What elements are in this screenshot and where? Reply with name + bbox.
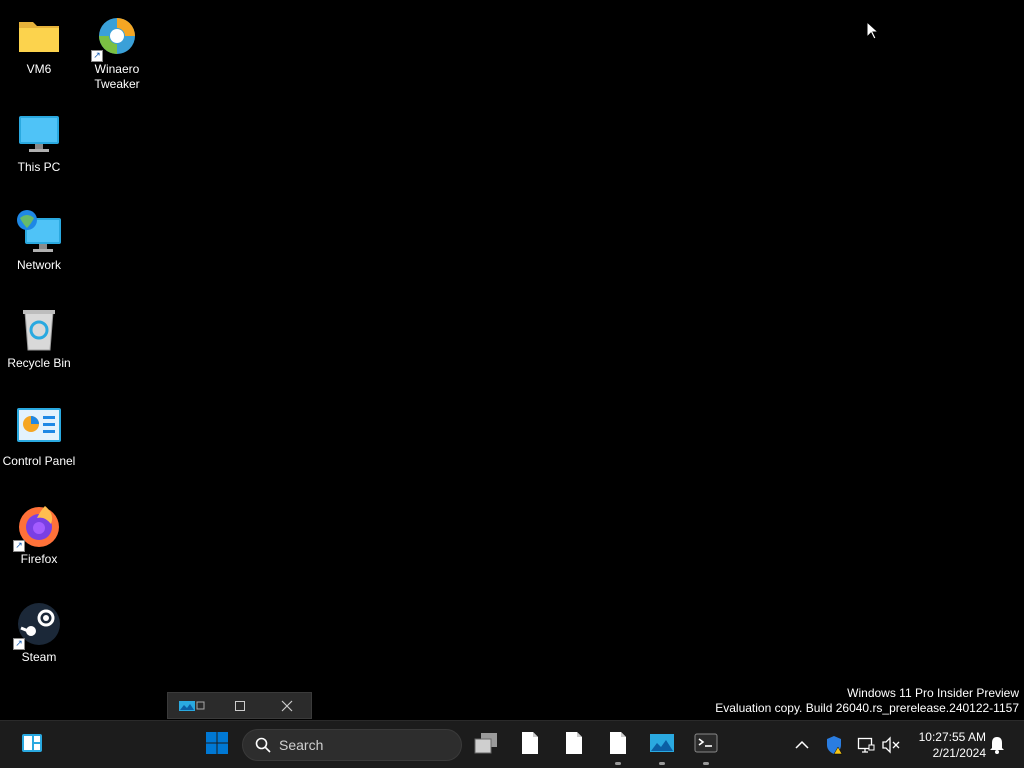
desktop: VM6 ↗ Winaero Tweaker This PC Network Re… bbox=[0, 0, 1024, 720]
file-icon bbox=[564, 731, 584, 760]
desktop-icon-vm6[interactable]: VM6 bbox=[0, 8, 78, 77]
this-pc-icon bbox=[15, 110, 63, 158]
desktop-icon-label: Steam bbox=[21, 650, 57, 664]
control-panel-icon bbox=[15, 404, 63, 452]
network-tray[interactable] bbox=[854, 733, 878, 757]
windows-security-icon bbox=[827, 736, 843, 755]
shortcut-arrow-icon: ↗ bbox=[91, 50, 103, 62]
task-view-button[interactable] bbox=[468, 727, 504, 763]
running-indicator bbox=[659, 762, 665, 765]
running-indicator bbox=[703, 762, 709, 765]
preview-app-icon bbox=[168, 692, 216, 719]
windows-start-icon bbox=[205, 731, 229, 760]
desktop-icon-label: Control Panel bbox=[2, 454, 76, 468]
show-hidden-icons-button[interactable] bbox=[790, 733, 814, 757]
volume-muted-icon bbox=[882, 736, 900, 754]
taskbar-preview-window[interactable] bbox=[167, 692, 312, 719]
taskbar-terminal[interactable] bbox=[688, 727, 724, 765]
close-icon[interactable] bbox=[263, 692, 311, 719]
taskbar-file-3[interactable] bbox=[600, 727, 636, 765]
desktop-icon-label: This PC bbox=[17, 160, 61, 174]
widgets-button[interactable] bbox=[14, 727, 50, 763]
watermark-line-1: Windows 11 Pro Insider Preview bbox=[847, 686, 1019, 700]
terminal-icon bbox=[694, 733, 718, 758]
maximize-icon[interactable] bbox=[216, 692, 264, 719]
evaluation-watermark: Windows 11 Pro Insider Preview Evaluatio… bbox=[715, 686, 1019, 716]
shortcut-arrow-icon: ↗ bbox=[13, 638, 25, 650]
widgets-icon bbox=[20, 731, 44, 760]
taskbar: Search 10:27:55 AM 2/21/2024 bbox=[0, 720, 1024, 768]
desktop-icon-firefox[interactable]: ↗ Firefox bbox=[0, 498, 78, 567]
network-status-icon bbox=[857, 737, 875, 753]
search-placeholder: Search bbox=[279, 737, 324, 753]
recycle-bin-icon bbox=[15, 306, 63, 354]
notification-bell-icon bbox=[990, 737, 1004, 754]
desktop-icon-this-pc[interactable]: This PC bbox=[0, 106, 78, 175]
search-box[interactable]: Search bbox=[242, 729, 462, 761]
running-indicator bbox=[615, 762, 621, 765]
chevron-up-icon bbox=[795, 740, 809, 749]
shortcut-arrow-icon: ↗ bbox=[13, 540, 25, 552]
watermark-line-2: Evaluation copy. Build 26040.rs_prerelea… bbox=[715, 701, 1019, 715]
network-icon bbox=[15, 208, 63, 256]
desktop-icon-label: Firefox bbox=[20, 552, 58, 566]
desktop-icon-recycle-bin[interactable]: Recycle Bin bbox=[0, 302, 78, 371]
desktop-icon-winaero-tweaker[interactable]: ↗ Winaero Tweaker bbox=[78, 8, 156, 92]
taskbar-file-2[interactable] bbox=[556, 727, 592, 763]
desktop-icon-label: Winaero Tweaker bbox=[94, 62, 140, 91]
taskbar-image-viewer[interactable] bbox=[644, 727, 680, 765]
mouse-cursor-icon bbox=[866, 20, 880, 46]
start-button[interactable] bbox=[199, 727, 235, 763]
taskbar-clock[interactable]: 10:27:55 AM 2/21/2024 bbox=[908, 729, 986, 761]
volume-tray[interactable] bbox=[879, 733, 903, 757]
image-viewer-icon bbox=[649, 733, 675, 758]
folder-icon bbox=[15, 12, 63, 60]
clock-time: 10:27:55 AM bbox=[918, 730, 986, 744]
file-icon bbox=[520, 731, 540, 760]
desktop-icon-label: VM6 bbox=[26, 62, 52, 76]
desktop-icon-steam[interactable]: ↗ Steam bbox=[0, 596, 78, 665]
desktop-icon-label: Recycle Bin bbox=[7, 356, 71, 370]
desktop-icon-label: Network bbox=[16, 258, 61, 272]
windows-security-tray[interactable] bbox=[823, 733, 847, 757]
clock-date: 2/21/2024 bbox=[932, 746, 986, 760]
notification-center-button[interactable] bbox=[985, 733, 1009, 757]
file-icon bbox=[608, 731, 628, 760]
steam-icon: ↗ bbox=[13, 600, 63, 650]
firefox-icon: ↗ bbox=[13, 502, 63, 552]
task-view-icon bbox=[473, 731, 499, 760]
desktop-icon-control-panel[interactable]: Control Panel bbox=[0, 400, 78, 469]
search-icon bbox=[255, 737, 271, 753]
desktop-icon-network[interactable]: Network bbox=[0, 204, 78, 273]
taskbar-file-1[interactable] bbox=[512, 727, 548, 763]
winaero-tweaker-icon: ↗ bbox=[91, 12, 141, 62]
